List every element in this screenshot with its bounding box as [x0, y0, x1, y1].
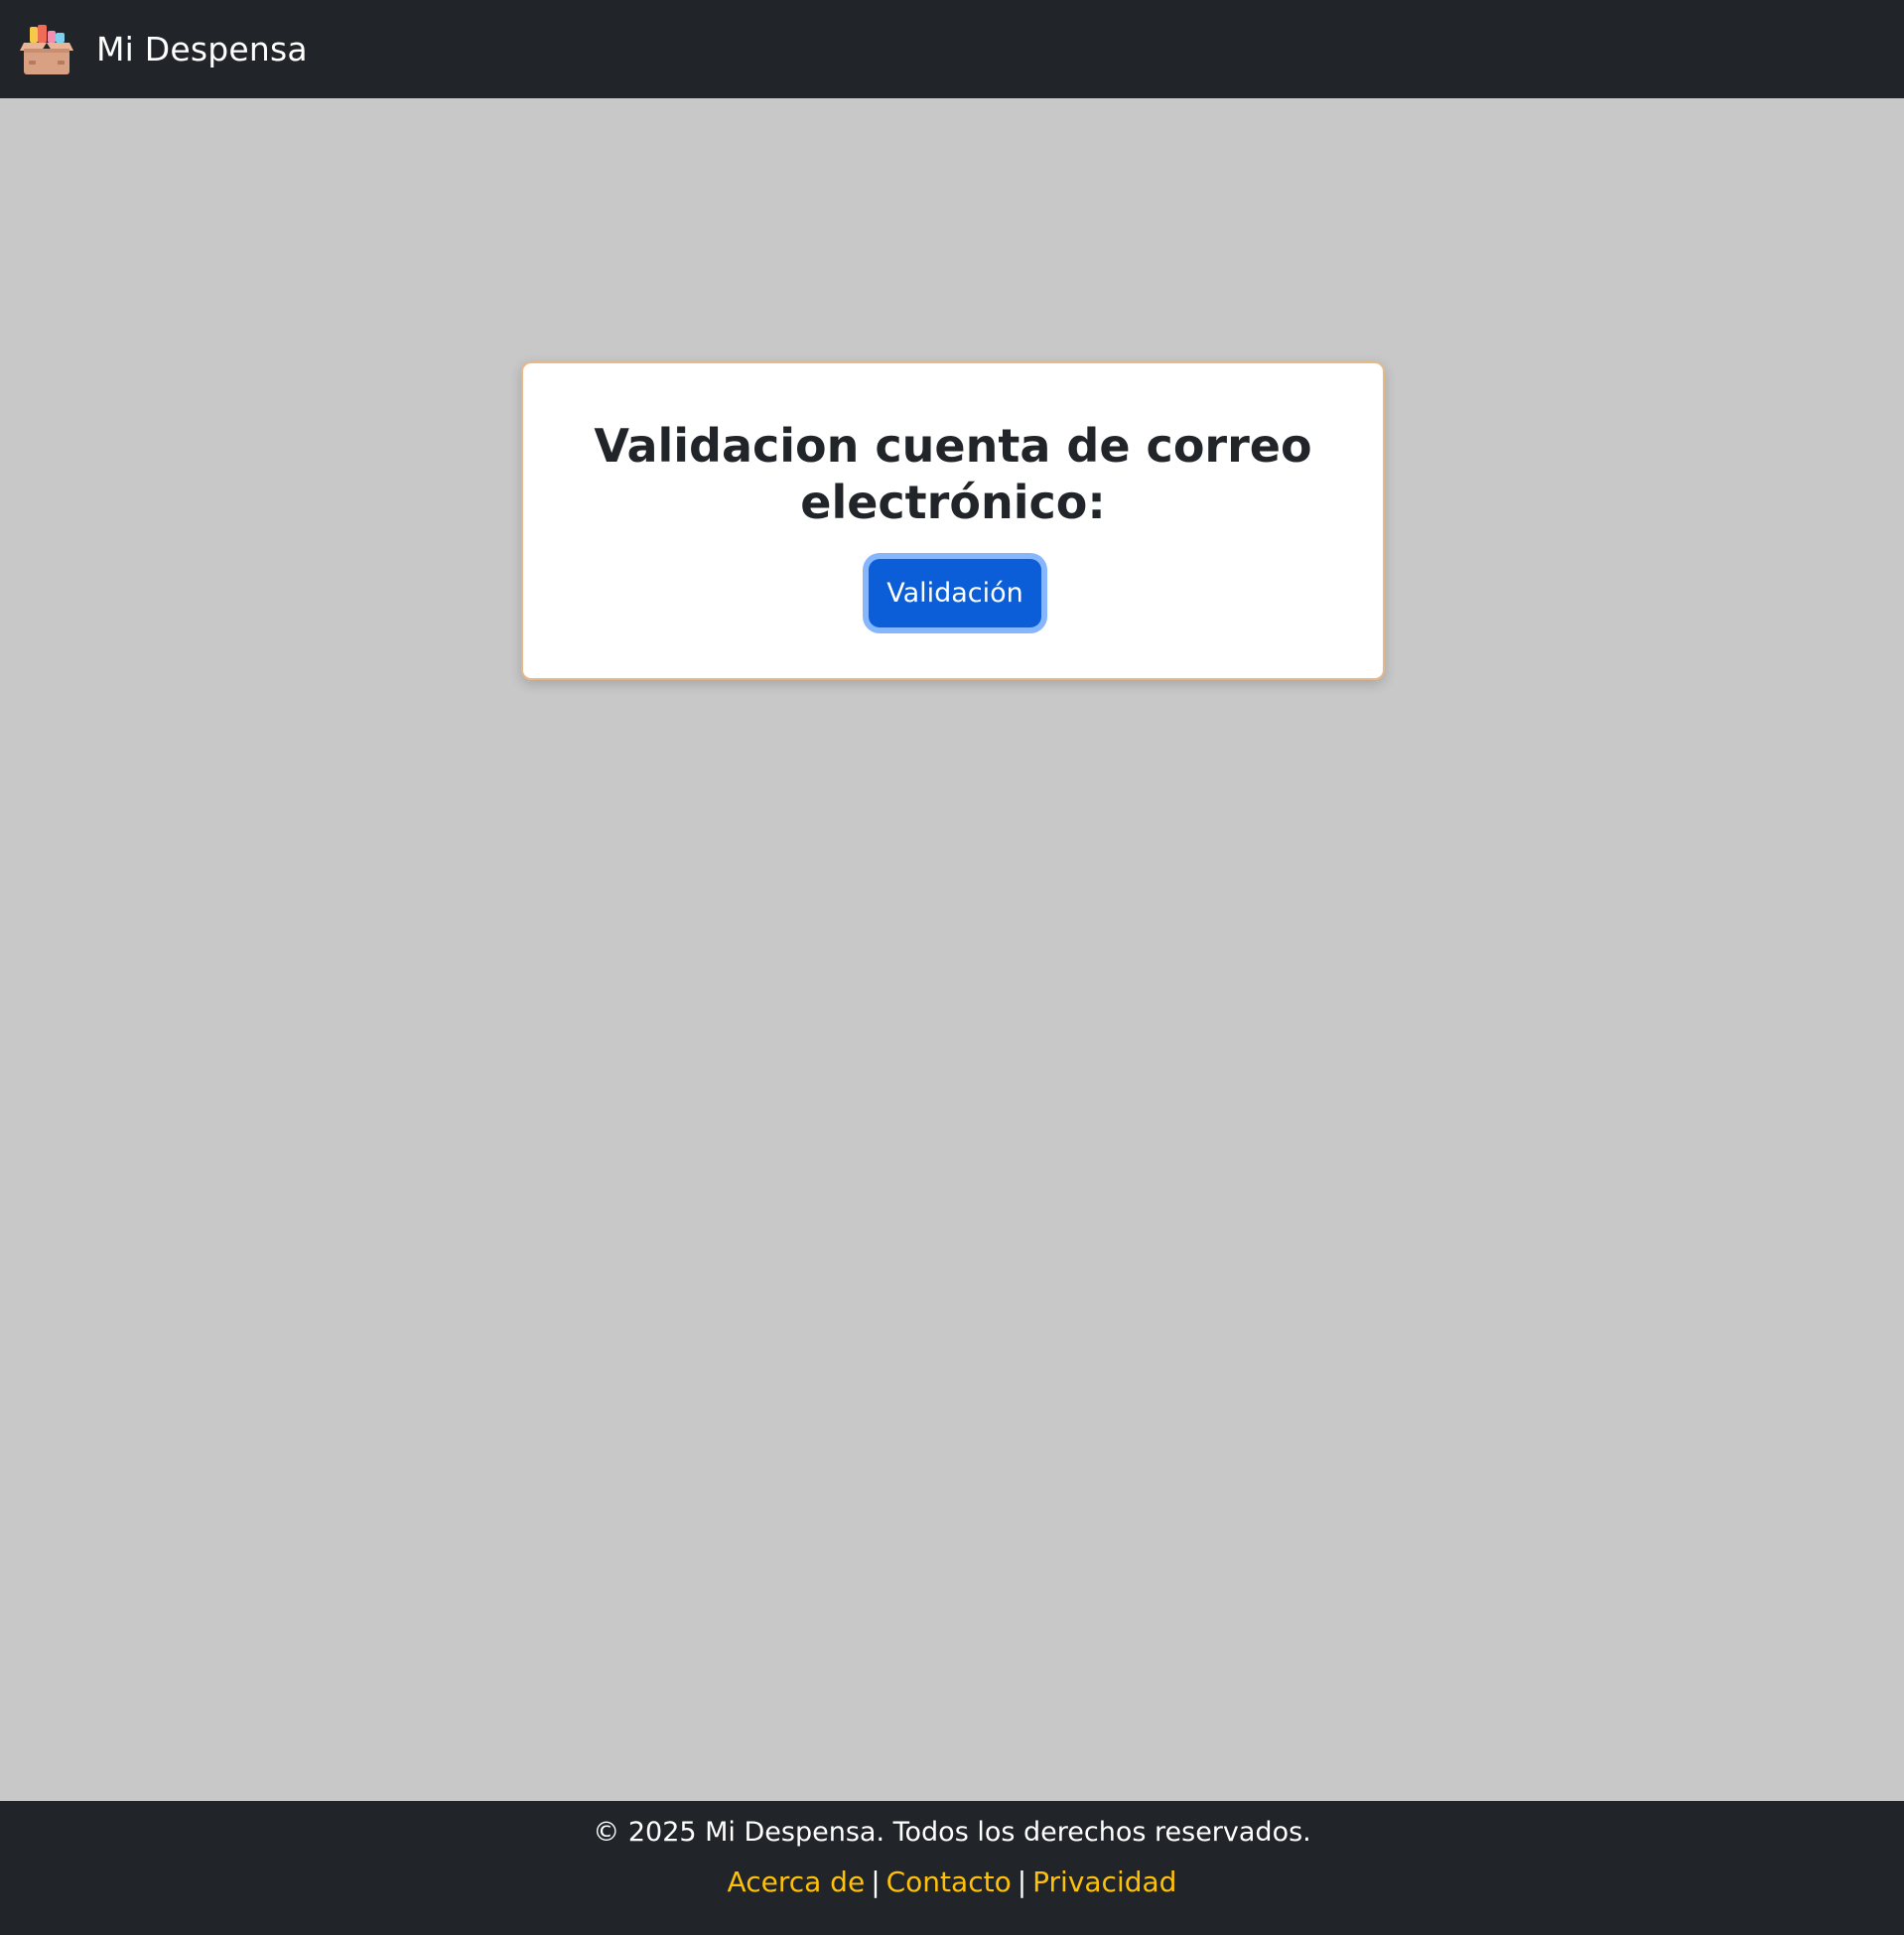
top-navbar: Mi Despensa [0, 0, 1904, 98]
link-separator: | [1017, 1866, 1027, 1898]
about-link[interactable]: Acerca de [728, 1866, 866, 1898]
pantry-box-icon [20, 24, 73, 74]
link-separator: | [871, 1866, 881, 1898]
privacy-link[interactable]: Privacidad [1032, 1866, 1176, 1898]
footer-links: Acerca de | Contacto | Privacidad [0, 1865, 1904, 1900]
copyright-text: © 2025 Mi Despensa. Todos los derechos r… [593, 1817, 1311, 1848]
card-title: Validacion cuenta de correo electrónico: [594, 419, 1312, 529]
brand-link[interactable]: Mi Despensa [20, 23, 308, 76]
email-validation-card: Validacion cuenta de correo electrónico:… [521, 361, 1385, 680]
validate-button[interactable]: Validación [869, 559, 1041, 627]
contact-link[interactable]: Contacto [886, 1866, 1012, 1898]
page-footer: © 2025 Mi Despensa. Todos los derechos r… [0, 1801, 1904, 1935]
brand-name: Mi Despensa [96, 30, 308, 69]
